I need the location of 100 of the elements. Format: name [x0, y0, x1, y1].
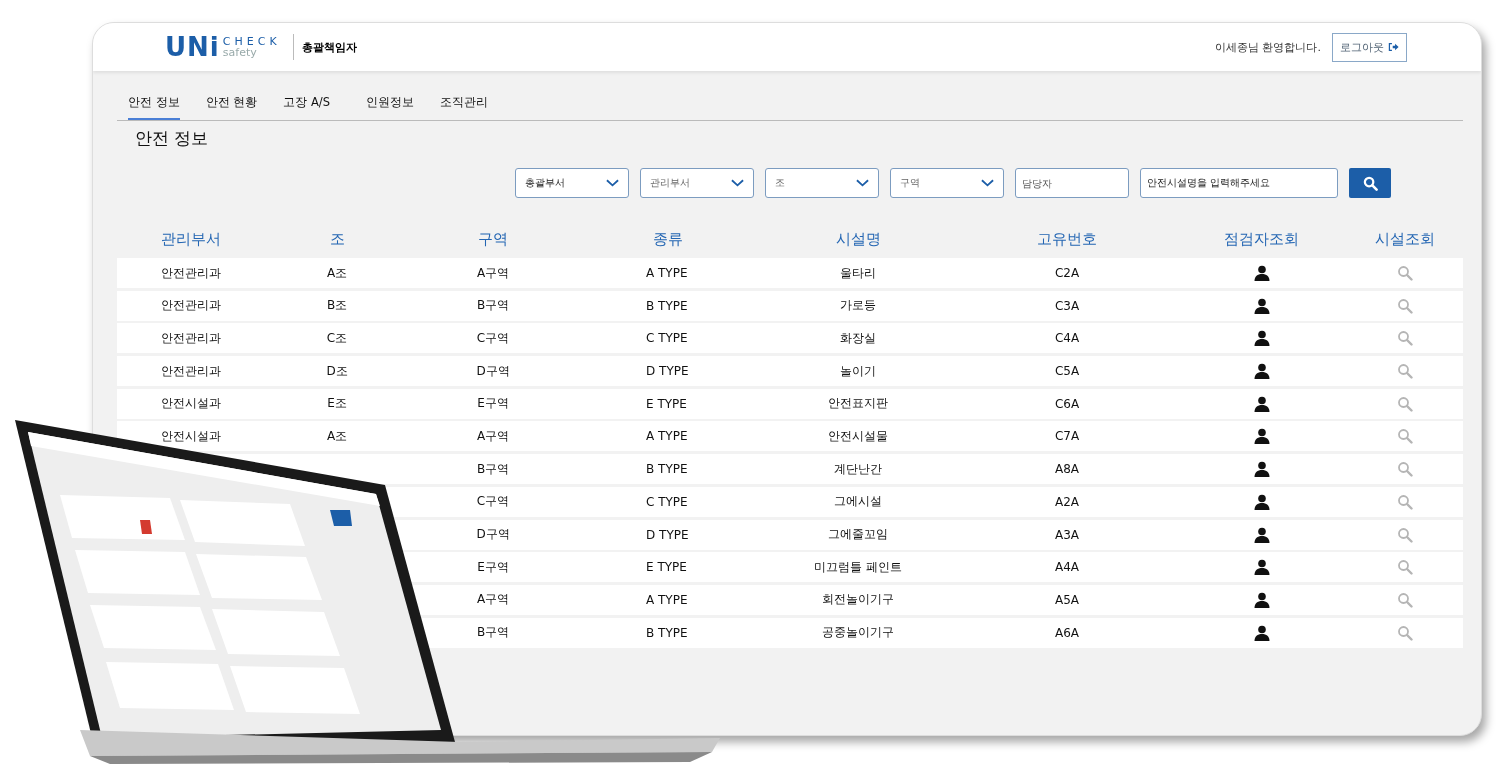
- table-cell: 공중놀이기구: [822, 624, 894, 642]
- table-cell: C3A: [1054, 298, 1080, 313]
- table-cell: E구역: [477, 558, 509, 576]
- table-cell: 계단난간: [834, 460, 882, 478]
- table-cell: B TYPE: [646, 462, 688, 477]
- chevron-down-icon: [731, 179, 744, 187]
- table-cell: 안전표지판: [828, 395, 888, 413]
- chevron-down-icon: [606, 179, 619, 187]
- person-icon[interactable]: [1253, 493, 1270, 510]
- logout-button[interactable]: 로그아웃: [1332, 32, 1407, 62]
- table-cell: A조: [326, 427, 348, 445]
- table-cell: 놀이기: [840, 362, 876, 380]
- table-cell: 안전관리과: [160, 264, 221, 282]
- table-cell: A TYPE: [646, 592, 688, 607]
- table-cell: A조: [326, 264, 348, 282]
- table-cell: C2A: [1054, 266, 1080, 280]
- chevron-down-icon: [856, 179, 869, 187]
- table-cell: C구역: [476, 493, 510, 511]
- column-header: 관리부서: [159, 229, 222, 249]
- table-cell: A6A: [1054, 625, 1080, 640]
- column-header: 시설조회: [1373, 229, 1436, 249]
- logout-icon: [1388, 42, 1399, 52]
- table-cell: A TYPE: [646, 266, 688, 280]
- column-header: 구역: [477, 229, 509, 249]
- table-cell: 안전시설과: [160, 395, 221, 413]
- table-cell: D구역: [476, 526, 510, 543]
- table-cell: C TYPE: [646, 331, 688, 346]
- table-cell: C5A: [1054, 364, 1080, 379]
- table-cell: C7A: [1054, 429, 1080, 444]
- column-header: 시설명: [834, 229, 882, 249]
- search-button[interactable]: [1349, 168, 1391, 198]
- table-cell: 그에줄꼬임: [828, 526, 888, 543]
- nav-tab[interactable]: 인원정보: [366, 85, 414, 120]
- table-cell: 안전시설물: [828, 427, 888, 445]
- person-icon[interactable]: [1253, 591, 1270, 608]
- table-cell: 회전놀이기구: [822, 591, 894, 609]
- table-cell: 그에시설: [834, 493, 882, 511]
- logo-text: CHECK: [222, 36, 281, 47]
- person-icon[interactable]: [1253, 526, 1270, 543]
- table-cell: E조: [327, 395, 347, 413]
- chevron-down-icon: [981, 179, 994, 187]
- table-cell: B구역: [476, 460, 510, 478]
- table-cell: D TYPE: [646, 527, 689, 542]
- table-cell: B TYPE: [646, 298, 688, 313]
- table-cell: 안전시설과: [160, 427, 221, 445]
- table-cell: A8A: [1054, 462, 1080, 477]
- table-cell: 안전관리과: [160, 297, 221, 315]
- person-icon[interactable]: [1253, 428, 1270, 445]
- table-cell: D조: [326, 362, 348, 380]
- table-cell: 안전관리과: [160, 329, 221, 347]
- column-header: 조: [328, 229, 346, 249]
- table-cell: D TYPE: [646, 364, 689, 379]
- dropdown[interactable]: 조: [765, 168, 879, 198]
- table-cell: A4A: [1054, 560, 1080, 575]
- nav-tab[interactable]: 조직관리: [440, 85, 488, 120]
- table-cell: 화장실: [840, 329, 876, 347]
- person-icon[interactable]: [1253, 330, 1270, 347]
- table-cell: 울타리: [840, 264, 876, 282]
- dropdown[interactable]: 총괄부서: [515, 168, 629, 198]
- table-cell: C4A: [1054, 331, 1080, 346]
- column-header: 고유번호: [1036, 229, 1098, 249]
- table-cell: A3A: [1054, 527, 1080, 542]
- table-cell: 안전관리과: [160, 362, 221, 380]
- person-icon[interactable]: [1253, 265, 1270, 281]
- search-icon: [1362, 175, 1378, 191]
- table-cell: D구역: [476, 362, 510, 380]
- text-field[interactable]: 안전시설명을 입력해주세요: [1140, 168, 1338, 198]
- table-cell: C구역: [476, 329, 510, 347]
- table-cell: A구역: [476, 264, 510, 282]
- person-icon[interactable]: [1253, 461, 1270, 478]
- table-cell: 미끄럼틀 페인트: [814, 558, 902, 576]
- table-cell: A TYPE: [646, 429, 688, 444]
- nav-tab[interactable]: 안전 정보: [128, 85, 180, 120]
- table-cell: B조: [326, 297, 348, 315]
- page-title: 안전 정보: [135, 127, 210, 150]
- person-icon[interactable]: [1253, 363, 1270, 380]
- table-cell: B구역: [476, 624, 510, 642]
- table-cell: 가로등: [840, 297, 876, 315]
- table-cell: C6A: [1054, 396, 1080, 411]
- table-cell: E TYPE: [646, 396, 687, 411]
- table-cell: A구역: [476, 591, 510, 609]
- table-cell: A5A: [1054, 592, 1080, 607]
- table-cell: B구역: [476, 297, 510, 315]
- role-label: 총괄책임자: [292, 34, 357, 60]
- table-cell: E TYPE: [646, 560, 687, 575]
- table-cell: A2A: [1054, 494, 1080, 509]
- text-field[interactable]: 담당자: [1015, 168, 1129, 198]
- person-icon[interactable]: [1253, 395, 1270, 412]
- dropdown[interactable]: 관리부서: [640, 168, 754, 198]
- welcome-text: 이세종님 환영합니다.: [1215, 39, 1321, 55]
- table-cell: A구역: [476, 427, 510, 445]
- logo-subtext: safety: [222, 47, 258, 58]
- table-cell: C TYPE: [646, 494, 688, 509]
- nav-tab[interactable]: 고장 A/S: [283, 85, 330, 120]
- dropdown[interactable]: 구역: [890, 168, 1004, 198]
- person-icon[interactable]: [1253, 559, 1270, 576]
- person-icon[interactable]: [1253, 297, 1270, 314]
- table-cell: B TYPE: [646, 625, 688, 640]
- person-icon[interactable]: [1253, 624, 1270, 641]
- nav-tab[interactable]: 안전 현황: [205, 85, 258, 120]
